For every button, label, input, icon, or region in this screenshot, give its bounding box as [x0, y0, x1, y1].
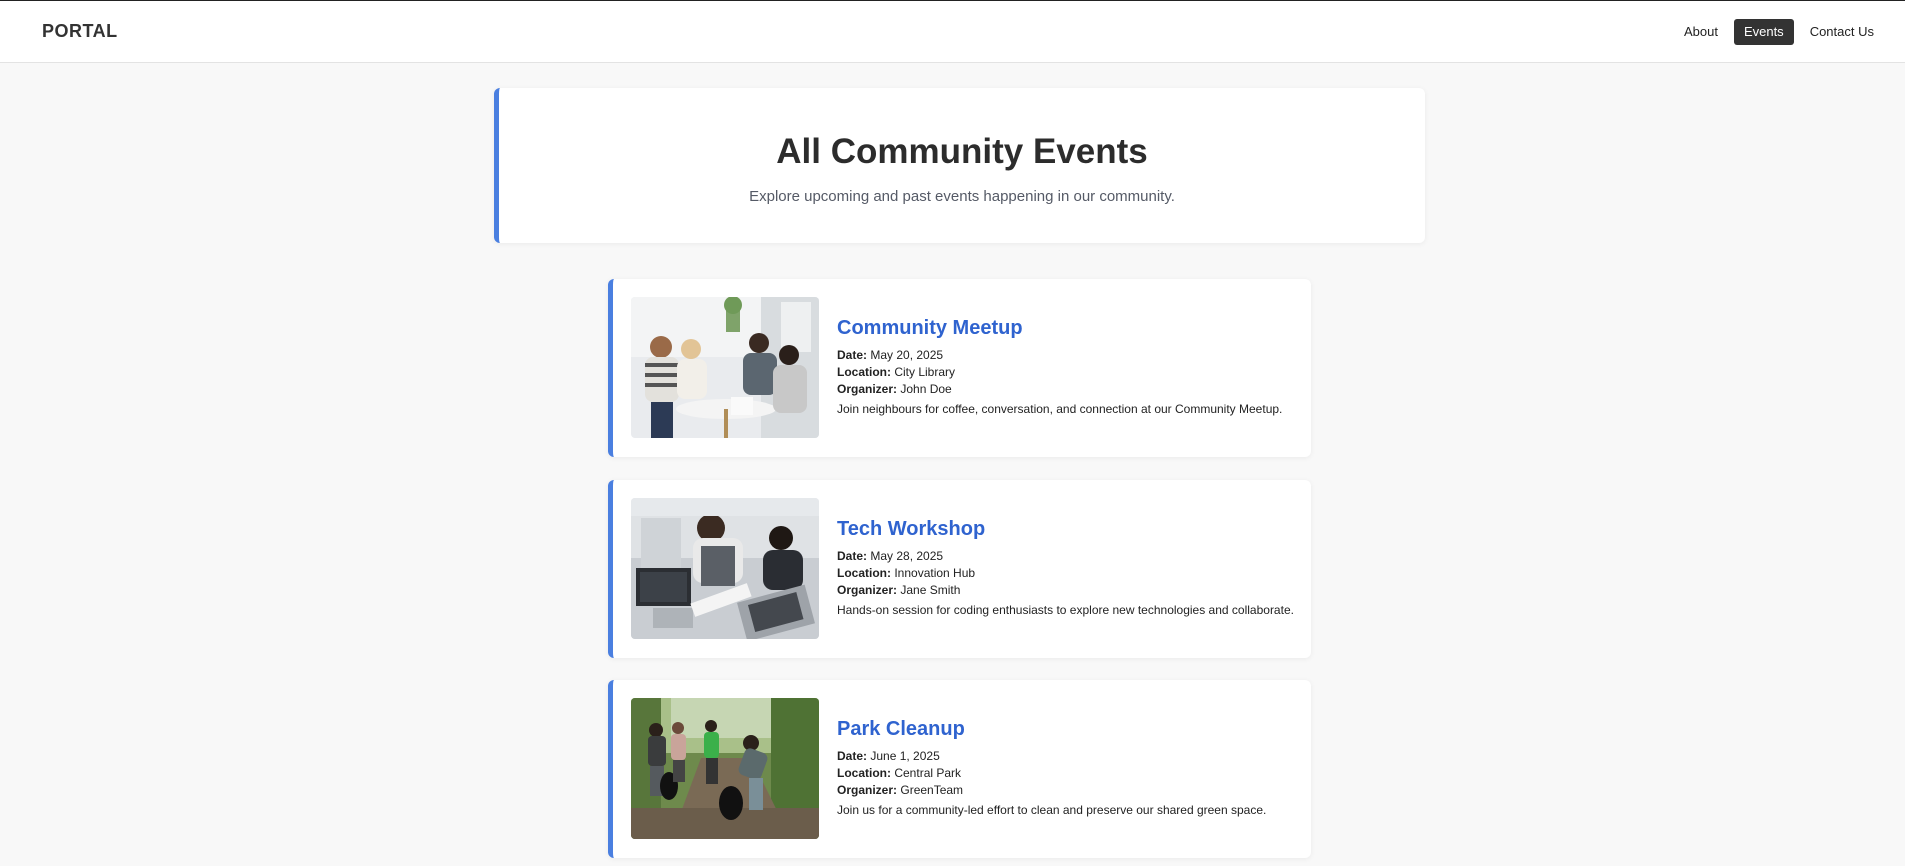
date-label: Date: [837, 749, 868, 763]
event-title[interactable]: Community Meetup [837, 317, 1301, 340]
event-date-row: Date: June 1, 2025 [837, 748, 1301, 765]
event-card[interactable]: Tech Workshop Date: May 28, 2025 Locatio… [608, 480, 1311, 658]
event-description: Join us for a community-led effort to cl… [837, 803, 1267, 817]
organizer-label: Organizer: [837, 382, 898, 396]
event-card[interactable]: Community Meetup Date: May 20, 2025 Loca… [608, 279, 1311, 457]
event-location: Innovation Hub [894, 566, 976, 580]
hero-card: All Community Events Explore upcoming an… [494, 88, 1425, 243]
event-location: City Library [894, 365, 956, 379]
organizer-label: Organizer: [837, 783, 898, 797]
event-description: Join neighbours for coffee, conversation… [837, 402, 1283, 416]
nav-contact-link[interactable]: Contact Us [1800, 19, 1884, 45]
date-label: Date: [837, 348, 868, 362]
event-title[interactable]: Tech Workshop [837, 518, 1301, 541]
event-location: Central Park [894, 766, 962, 780]
event-card[interactable]: Park Cleanup Date: June 1, 2025 Location… [608, 680, 1311, 858]
event-organizer-row: Organizer: John Doe [837, 381, 1301, 398]
event-location-row: Location: Central Park [837, 765, 1301, 782]
event-location-row: Location: City Library [837, 364, 1301, 381]
date-label: Date: [837, 549, 868, 563]
event-info: Community Meetup Date: May 20, 2025 Loca… [837, 317, 1301, 416]
nav-events-link[interactable]: Events [1733, 19, 1794, 45]
event-organizer: GreenTeam [900, 783, 964, 797]
event-organizer-row: Organizer: GreenTeam [837, 782, 1301, 799]
location-label: Location: [837, 365, 891, 379]
main-nav: About Events Contact Us [1668, 19, 1884, 45]
event-description: Hands-on session for coding enthusiasts … [837, 603, 1294, 617]
brand-logo[interactable]: PORTAL [42, 21, 118, 42]
page-title: All Community Events [776, 132, 1148, 171]
location-label: Location: [837, 566, 891, 580]
event-image [631, 498, 819, 639]
event-date: May 20, 2025 [870, 348, 944, 362]
event-date: May 28, 2025 [870, 549, 944, 563]
organizer-label: Organizer: [837, 583, 898, 597]
event-date: June 1, 2025 [870, 749, 940, 763]
event-organizer-row: Organizer: Jane Smith [837, 582, 1301, 599]
page-subtitle: Explore upcoming and past events happeni… [749, 188, 1175, 205]
event-info: Park Cleanup Date: June 1, 2025 Location… [837, 718, 1301, 817]
event-date-row: Date: May 28, 2025 [837, 548, 1301, 565]
event-image [631, 297, 819, 438]
event-image [631, 698, 819, 839]
top-navbar: PORTAL About Events Contact Us [0, 0, 1905, 63]
event-organizer: John Doe [900, 382, 952, 396]
event-date-row: Date: May 20, 2025 [837, 347, 1301, 364]
location-label: Location: [837, 766, 891, 780]
event-location-row: Location: Innovation Hub [837, 565, 1301, 582]
nav-about-link[interactable]: About [1674, 19, 1728, 45]
event-info: Tech Workshop Date: May 28, 2025 Locatio… [837, 518, 1301, 617]
event-title[interactable]: Park Cleanup [837, 718, 1301, 741]
event-organizer: Jane Smith [900, 583, 961, 597]
